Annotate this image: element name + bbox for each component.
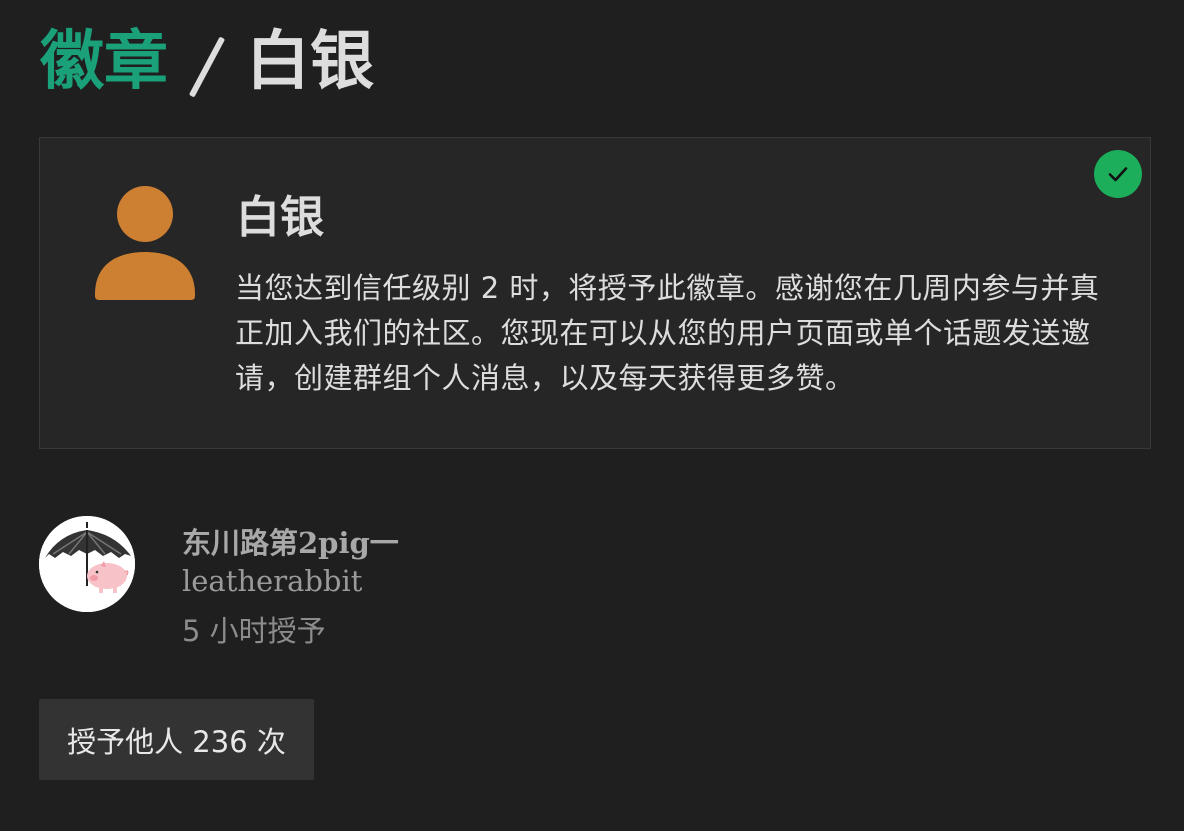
badge-page: 徽章 白银 白银 当您达到信任级别 2 时，将授予此徽章。感谢您在几周内参与并真… [0, 0, 1184, 831]
grantee-item: 东川路第2pig一 leatherabbit 5 小时授予 [39, 516, 639, 648]
umbrella-pig-avatar [39, 516, 135, 612]
page-title: 徽章 白银 [40, 22, 374, 102]
user-icon [95, 186, 195, 300]
check-icon [1108, 167, 1128, 182]
granted-count-badge: 授予他人 236 次 [39, 699, 314, 780]
breadcrumb-separator [188, 26, 224, 98]
breadcrumb-current: 白银 [246, 25, 374, 99]
granted-check-badge [1094, 150, 1142, 198]
badge-name: 白银 [236, 192, 324, 243]
grantee-username[interactable]: leatherabbit [182, 564, 362, 598]
granted-time: 5 小时授予 [182, 614, 326, 648]
avatar[interactable] [39, 516, 135, 612]
breadcrumb-badges-link[interactable]: 徽章 [40, 30, 168, 94]
badge-card: 白银 当您达到信任级别 2 时，将授予此徽章。感谢您在几周内参与并真正加入我们的… [39, 137, 1151, 449]
badge-description: 当您达到信任级别 2 时，将授予此徽章。感谢您在几周内参与并真正加入我们的社区。… [235, 271, 1100, 395]
grantee-name[interactable]: 东川路第2pig一 [182, 520, 399, 562]
